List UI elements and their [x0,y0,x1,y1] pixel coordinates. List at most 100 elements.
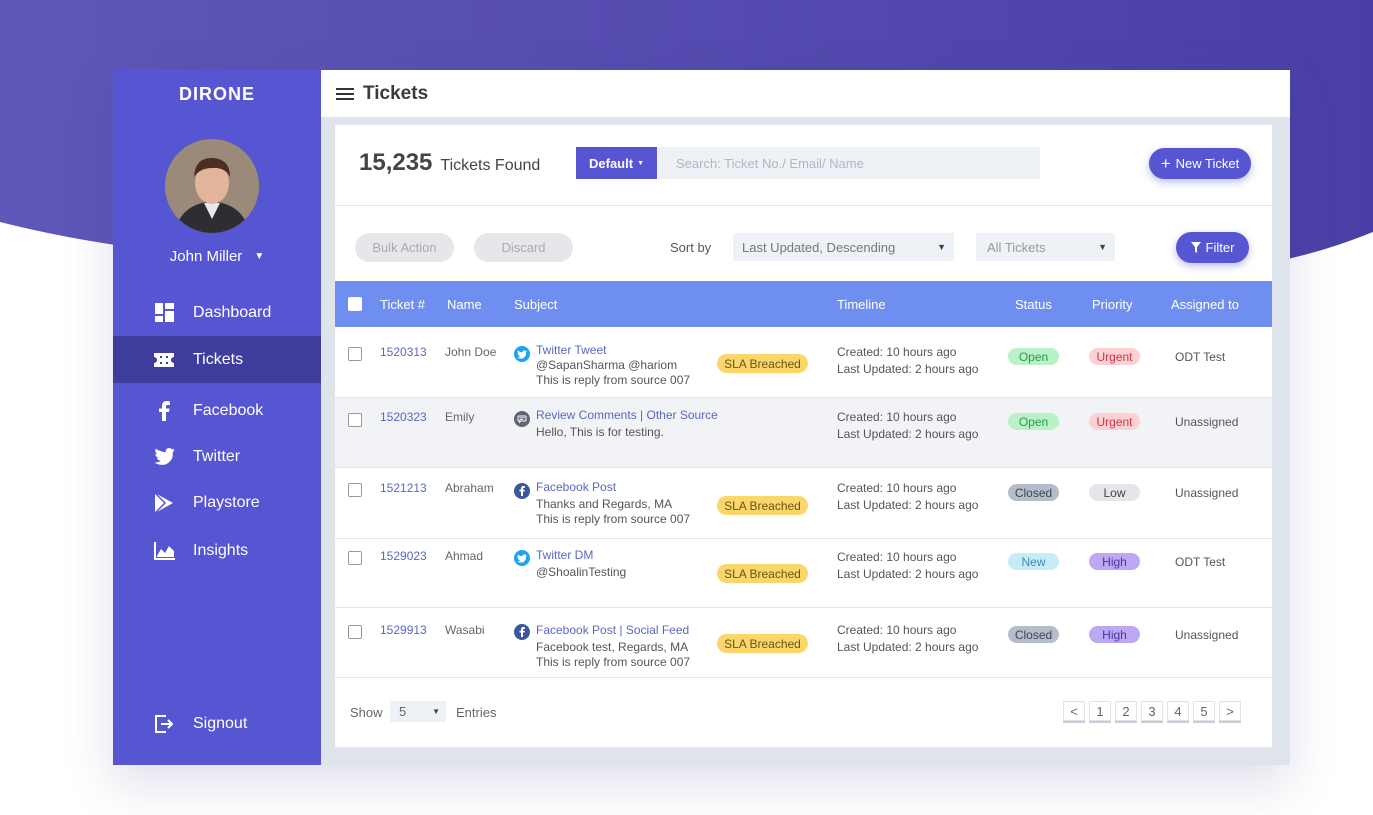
facebook-icon [514,483,530,499]
column-timeline[interactable]: Timeline [837,297,886,312]
filter-button[interactable]: Filter [1176,232,1249,263]
subject-title-link[interactable]: Facebook Post | Social Feed [536,623,690,638]
subject-line: Thanks and Regards, MA [536,497,673,511]
next-page-button[interactable]: > [1219,701,1241,721]
page-title: Tickets [363,82,429,104]
timeline: Created: 10 hours ago Last Updated: 2 ho… [837,480,978,514]
sort-select[interactable]: Last Updated, Descending ▼ [733,233,954,261]
row-checkbox[interactable] [348,413,362,427]
ticket-id-link[interactable]: 1529913 [380,623,427,637]
priority-badge: Low [1089,484,1140,501]
tickets-panel: 15,235 Tickets Found Default▼ + New Tick… [335,125,1272,747]
chevron-down-icon: ▼ [637,159,644,167]
search-input[interactable] [657,147,1040,179]
chevron-down-icon: ▼ [937,242,946,252]
select-all-checkbox[interactable] [348,297,362,311]
row-checkbox[interactable] [348,347,362,361]
sidebar-item-label: Dashboard [193,303,272,321]
table-row[interactable]: 1521213 Abraham Facebook Post Thanks and… [335,468,1272,539]
ticket-icon [152,348,176,372]
ticket-subject: Facebook Post Thanks and Regards, MA Thi… [536,480,690,527]
column-ticket[interactable]: Ticket # [380,297,425,312]
customer-name: Ahmad [445,549,484,563]
subject-line: This is reply from source 007 [536,655,691,669]
row-checkbox[interactable] [348,483,362,497]
ticket-id-link[interactable]: 1521213 [380,481,427,495]
ticket-id-link[interactable]: 1529023 [380,549,427,563]
assignee: ODT Test [1175,555,1226,569]
sidebar-item-dashboard[interactable]: Dashboard [113,289,321,336]
signout-label: Signout [193,715,248,732]
ticket-id-link[interactable]: 1520313 [380,345,427,359]
page-button-3[interactable]: 3 [1141,701,1163,721]
page-button-5[interactable]: 5 [1193,701,1215,721]
page-button-4[interactable]: 4 [1167,701,1189,721]
status-badge: New [1008,553,1059,570]
playstore-icon [152,491,176,515]
ticket-scope-value: All Tickets [987,239,1046,255]
timeline: Created: 10 hours ago Last Updated: 2 ho… [837,409,978,443]
ticket-id-link[interactable]: 1520323 [380,410,427,424]
new-ticket-label: New Ticket [1175,156,1240,171]
sidebar-item-label: Insights [193,541,249,559]
user-menu[interactable]: John Miller ▼ [113,248,321,265]
view-dropdown-button[interactable]: Default ▼ [576,147,657,179]
column-assigned[interactable]: Assigned to [1171,297,1239,312]
new-ticket-button[interactable]: + New Ticket [1149,148,1251,179]
prev-page-button[interactable]: < [1063,701,1085,721]
subject-line: @SapanSharma @hariom [536,358,678,372]
sidebar-item-insights[interactable]: Insights [113,527,321,574]
sort-select-value: Last Updated, Descending [742,239,896,255]
ticket-scope-select[interactable]: All Tickets ▼ [976,233,1115,261]
sidebar-item-tickets[interactable]: Tickets [113,336,321,383]
sla-breached-badge: SLA Breached [717,564,808,583]
bulk-action-button[interactable]: Bulk Action [355,233,454,262]
table-header: Ticket # Name Subject Timeline Status Pr… [335,281,1272,327]
table-row[interactable]: 1529023 Ahmad Twitter DM @ShoalinTesting… [335,539,1272,608]
created-time: Created: 10 hours ago [837,623,957,637]
sidebar: DIRONE John Miller ▼ Dashboard Tickets F… [113,70,321,765]
signout-button[interactable]: Signout [113,701,321,747]
user-name: John Miller [169,248,243,265]
updated-time: Last Updated: 2 hours ago [837,498,979,512]
subject-title-link[interactable]: Twitter DM [536,548,626,563]
chevron-down-icon: ▼ [1098,242,1107,252]
subject-title-link[interactable]: Twitter Tweet [536,343,690,358]
subject-line: This is reply from source 007 [536,373,691,387]
discard-button[interactable]: Discard [474,233,573,262]
show-label: Show [350,705,383,720]
priority-badge: High [1089,553,1140,570]
page-button-2[interactable]: 2 [1115,701,1137,721]
sidebar-item-twitter[interactable]: Twitter [113,433,321,480]
sidebar-item-label: Twitter [193,447,241,465]
column-subject[interactable]: Subject [514,297,557,312]
entries-select[interactable]: 5 ▼ [390,701,446,722]
column-priority[interactable]: Priority [1092,297,1132,312]
page-button-1[interactable]: 1 [1089,701,1111,721]
table-row[interactable]: 1520313 John Doe Twitter Tweet @SapanSha… [335,327,1272,398]
filter-label: Filter [1205,240,1235,255]
ticket-count-number: 15,235 [359,149,433,176]
facebook-icon [152,399,176,423]
priority-badge: High [1089,626,1140,643]
row-checkbox[interactable] [348,551,362,565]
hamburger-menu-icon[interactable] [336,85,354,103]
dashboard-icon [152,301,176,325]
updated-time: Last Updated: 2 hours ago [837,640,979,654]
table-row[interactable]: 1520323 Emily Review Comments | Other So… [335,398,1272,468]
timeline: Created: 10 hours ago Last Updated: 2 ho… [837,622,978,656]
subject-title-link[interactable]: Review Comments | Other Source [536,408,718,423]
column-name[interactable]: Name [447,297,482,312]
subject-line: Hello, This is for testing. [536,425,664,439]
sidebar-item-facebook[interactable]: Facebook [113,387,321,434]
column-status[interactable]: Status [1015,297,1052,312]
updated-time: Last Updated: 2 hours ago [837,567,979,581]
sidebar-item-playstore[interactable]: Playstore [113,479,321,526]
ticket-count: 15,235 Tickets Found [359,149,540,177]
comment-icon [514,411,530,427]
row-checkbox[interactable] [348,625,362,639]
sla-breached-badge: SLA Breached [717,496,808,515]
table-row[interactable]: 1529913 Wasabi Facebook Post | Social Fe… [335,608,1272,678]
avatar[interactable] [165,139,259,233]
subject-title-link[interactable]: Facebook Post [536,480,690,495]
